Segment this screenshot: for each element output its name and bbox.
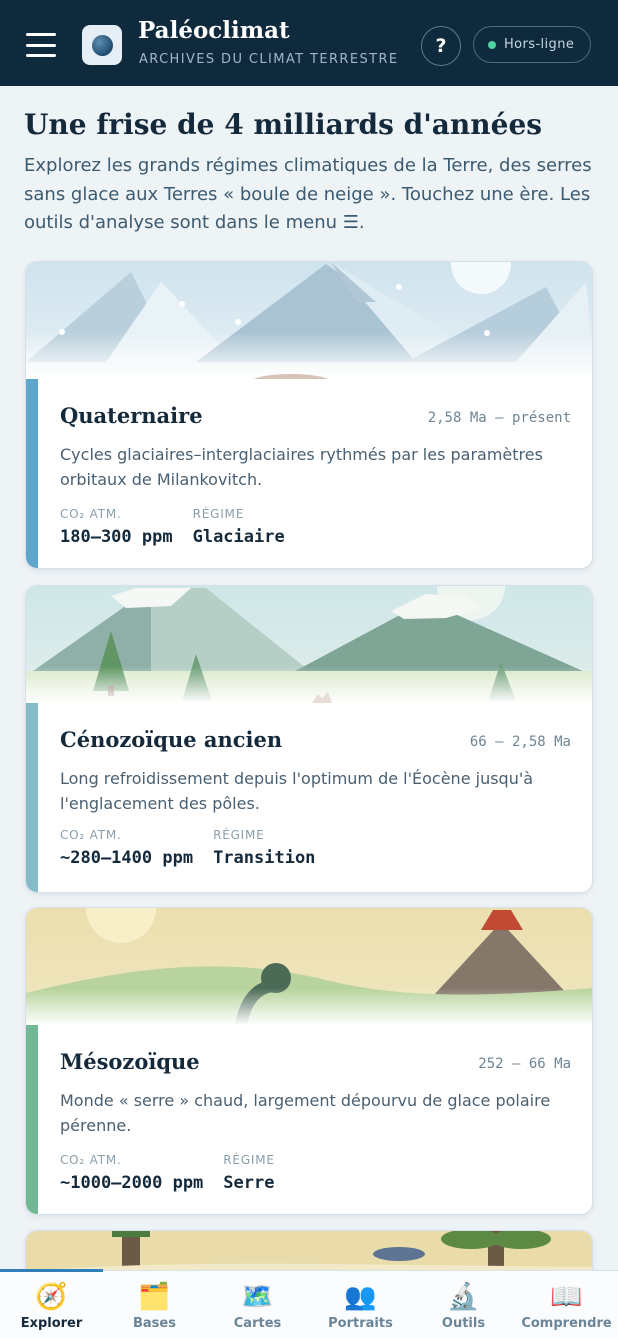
transition-scene-illustration: [26, 586, 592, 703]
app-logo: [82, 25, 122, 65]
menu-icon[interactable]: [26, 33, 56, 57]
era-accent-bar: [26, 379, 38, 568]
nav-item-bases[interactable]: 🗂️ Bases: [103, 1271, 206, 1338]
co2-stat: CO₂ ATM. ~280–1400 ppm: [60, 828, 193, 868]
nav-item-portraits[interactable]: 👥 Portraits: [309, 1271, 412, 1338]
regime-value: Glaciaire: [192, 527, 285, 547]
era-accent-bar: [26, 1025, 38, 1214]
nav-label: Outils: [441, 1316, 486, 1331]
nav-item-outils[interactable]: 🔬 Outils: [412, 1271, 515, 1338]
status-label: Hors-ligne: [504, 37, 575, 52]
intro-text: Explorez les grands régimes climatiques …: [24, 155, 592, 233]
nav-item-cartes[interactable]: 🗺️ Cartes: [206, 1271, 309, 1338]
era-name: Cénozoïque ancien: [60, 727, 283, 752]
co2-label: CO₂ ATM.: [60, 507, 122, 521]
glacial-scene-illustration: [26, 262, 592, 379]
era-card-mesozoique[interactable]: Mésozoïque 252 – 66 Ma Monde « serre » c…: [25, 907, 593, 1215]
app-title: Paléoclimat: [138, 17, 290, 44]
nav-label: Cartes: [233, 1316, 282, 1331]
microscope-icon: 🔬: [447, 1282, 480, 1312]
book-icon: 📖: [550, 1282, 583, 1312]
app-subtitle: ARCHIVES DU CLIMAT TERRESTRE: [139, 52, 399, 67]
people-icon: 👥: [344, 1282, 377, 1312]
era-range: 2,58 Ma – présent: [427, 410, 571, 426]
app-header: Paléoclimat ARCHIVES DU CLIMAT TERRESTRE…: [0, 0, 618, 86]
era-range: 66 – 2,58 Ma: [469, 734, 571, 750]
co2-value: ~280–1400 ppm: [60, 848, 194, 868]
co2-stat: CO₂ ATM. ~1000–2000 ppm: [60, 1153, 203, 1193]
regime-value: Transition: [213, 848, 316, 868]
regime-stat: RÉGIME Glaciaire: [193, 507, 285, 547]
folder-icon: 🗂️: [138, 1282, 171, 1312]
regime-label: RÉGIME: [223, 1153, 275, 1167]
compass-icon: 🧭: [35, 1282, 68, 1312]
nav-item-comprendre[interactable]: 📖 Comprendre: [515, 1271, 618, 1338]
nav-label: Explorer: [20, 1316, 83, 1331]
era-card-cenozoique-ancien[interactable]: Cénozoïque ancien 66 – 2,58 Ma Long refr…: [25, 585, 593, 893]
globe-icon: [91, 34, 113, 56]
era-card-quaternaire[interactable]: Quaternaire 2,58 Ma – présent Cycles gla…: [25, 261, 593, 569]
greenhouse-scene-illustration: [26, 908, 592, 1025]
co2-value: 180–300 ppm: [60, 527, 173, 547]
co2-stat: CO₂ ATM. 180–300 ppm: [60, 507, 173, 547]
nav-label: Comprendre: [521, 1316, 612, 1331]
era-stats: CO₂ ATM. ~280–1400 ppm RÉGIME Transition: [60, 828, 315, 868]
era-name: Quaternaire: [60, 403, 203, 428]
page-title: Une frise de 4 milliards d'années: [24, 108, 543, 141]
nav-item-explorer[interactable]: 🧭 Explorer: [0, 1271, 103, 1338]
nav-label: Bases: [133, 1316, 176, 1331]
active-tab-indicator: [0, 1269, 103, 1272]
era-stats: CO₂ ATM. 180–300 ppm RÉGIME Glaciaire: [60, 507, 285, 547]
nav-label: Portraits: [328, 1316, 393, 1331]
map-icon: 🗺️: [241, 1282, 274, 1312]
regime-stat: RÉGIME Transition: [213, 828, 315, 868]
regime-stat: RÉGIME Serre: [223, 1153, 275, 1193]
era-range: 252 – 66 Ma: [478, 1056, 571, 1072]
era-description: Cycles glaciaires–interglaciaires rythmé…: [60, 445, 543, 489]
co2-value: ~1000–2000 ppm: [60, 1173, 204, 1193]
era-description: Monde « serre » chaud, largement dépourv…: [60, 1091, 551, 1135]
co2-label: CO₂ ATM.: [60, 828, 122, 842]
offline-status-badge[interactable]: Hors-ligne: [473, 26, 591, 63]
bottom-navigation: 🧭 Explorer 🗂️ Bases 🗺️ Cartes 👥 Portrait…: [0, 1269, 618, 1338]
era-accent-bar: [26, 703, 38, 892]
era-description: Long refroidissement depuis l'optimum de…: [60, 769, 534, 813]
help-button[interactable]: ?: [421, 26, 461, 66]
era-name: Mésozoïque: [60, 1049, 200, 1074]
regime-value: Serre: [223, 1173, 275, 1193]
co2-label: CO₂ ATM.: [60, 1153, 122, 1167]
era-stats: CO₂ ATM. ~1000–2000 ppm RÉGIME Serre: [60, 1153, 275, 1193]
regime-label: RÉGIME: [213, 828, 265, 842]
regime-label: RÉGIME: [192, 507, 245, 521]
status-dot-icon: [488, 40, 496, 49]
